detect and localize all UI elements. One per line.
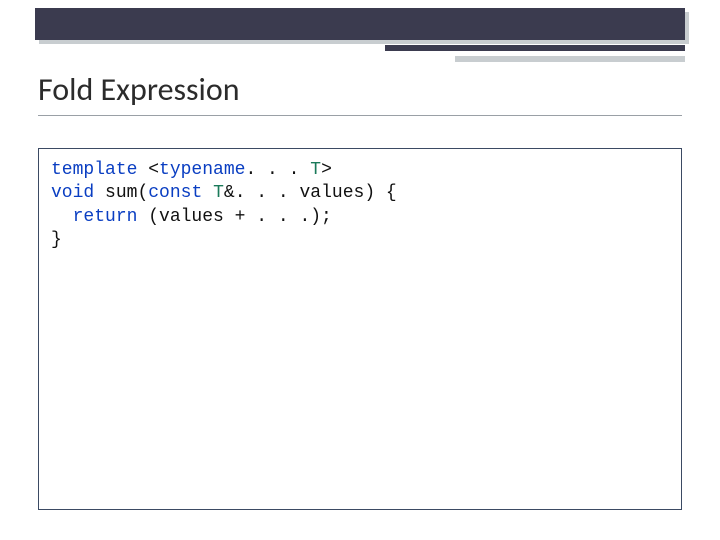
indent — [51, 207, 73, 227]
type-T-param: T — [213, 183, 224, 203]
type-T: T — [310, 160, 321, 180]
keyword-const: const — [148, 183, 202, 203]
paren-open: ( — [137, 183, 148, 203]
brace-close: } — [51, 230, 62, 250]
slide-title: Fold Expression — [38, 70, 682, 116]
code-block: template <typename. . . T> void sum(cons… — [51, 159, 669, 253]
keyword-return: return — [73, 207, 138, 227]
angle-close: > — [321, 160, 332, 180]
accent-bar-light — [455, 56, 685, 62]
angle-open: < — [137, 160, 159, 180]
header-bar — [35, 8, 685, 40]
function-name: sum — [105, 183, 137, 203]
code-panel: template <typename. . . T> void sum(cons… — [38, 148, 682, 510]
template-ellipsis: . . . — [245, 160, 310, 180]
slide: Fold Expression template <typename. . . … — [0, 0, 720, 540]
space — [202, 183, 213, 203]
keyword-typename: typename — [159, 160, 245, 180]
keyword-void: void — [51, 183, 94, 203]
params-rest: &. . . values) { — [224, 183, 397, 203]
space — [94, 183, 105, 203]
keyword-template: template — [51, 160, 137, 180]
accent-bar-dark — [385, 45, 685, 51]
return-expression: (values + . . .); — [137, 207, 331, 227]
